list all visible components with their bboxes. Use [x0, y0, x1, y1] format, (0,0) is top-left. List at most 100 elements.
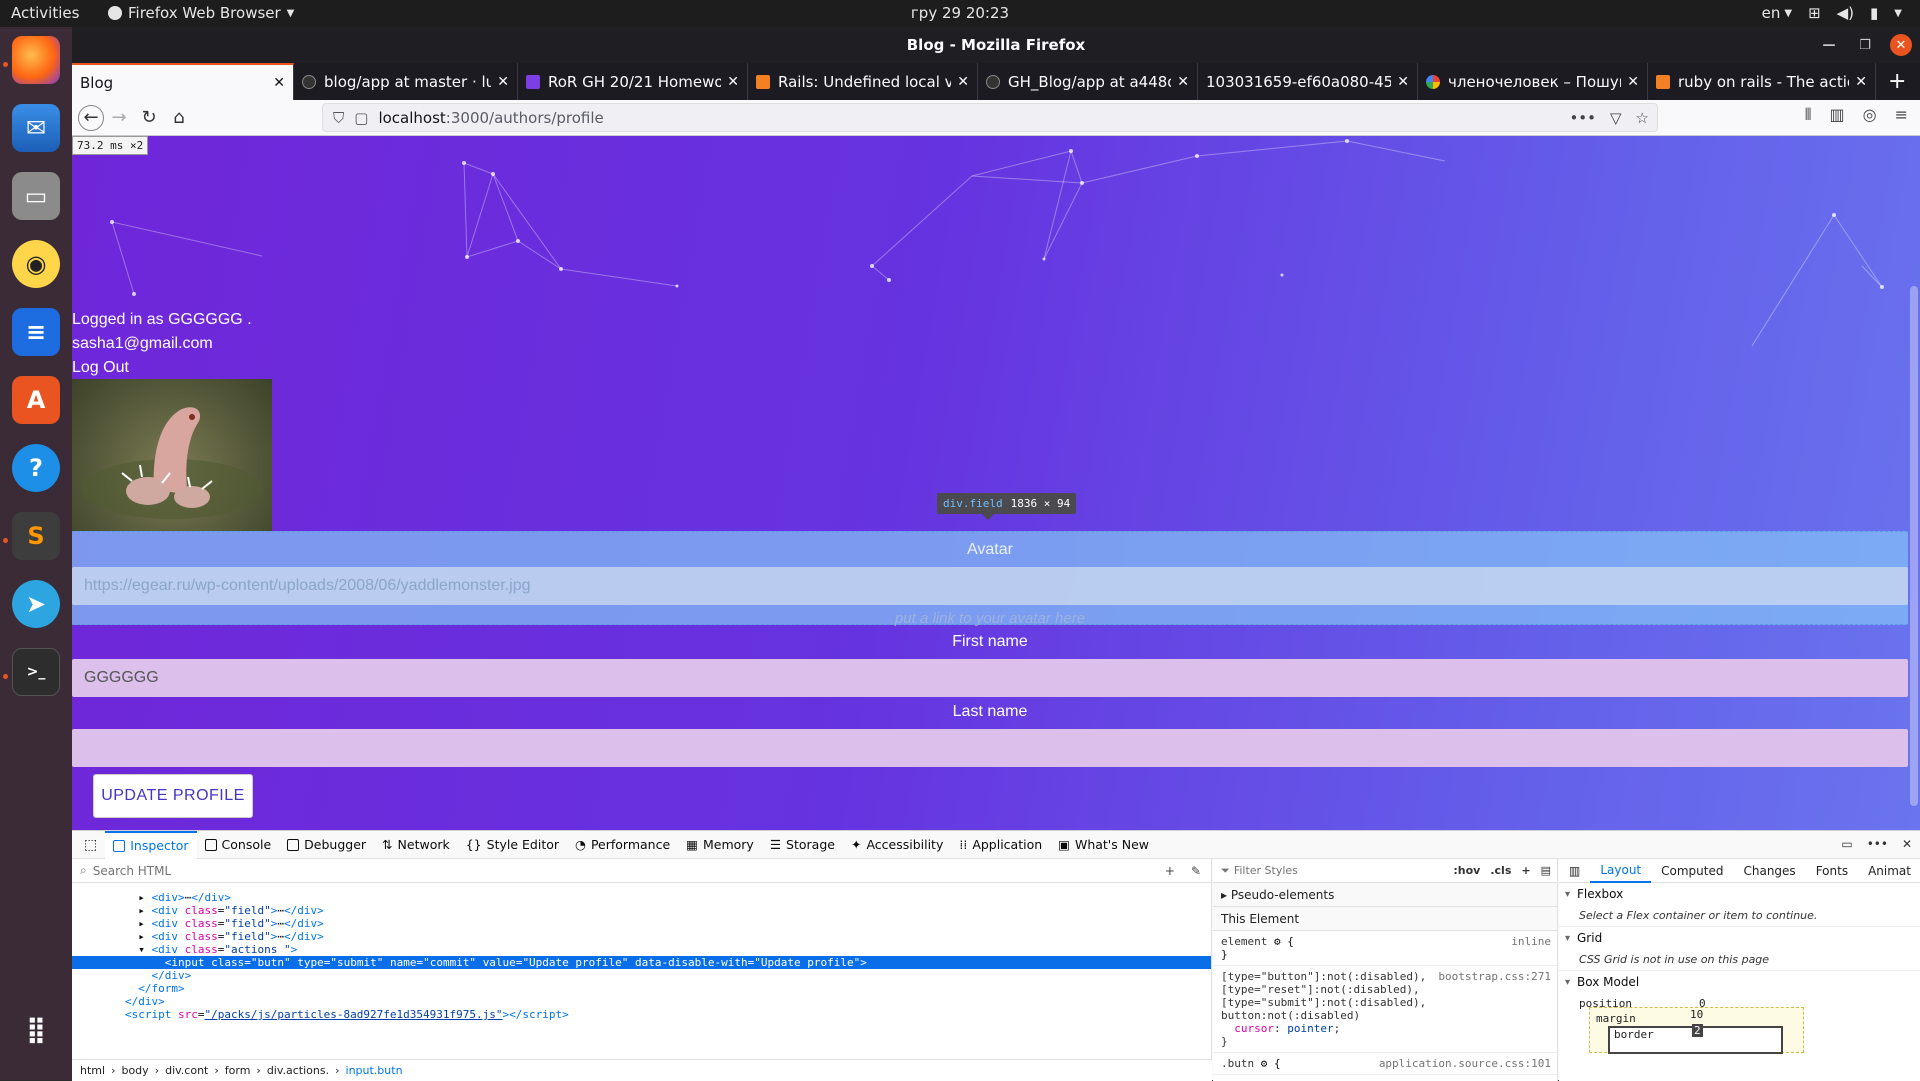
close-tab-icon[interactable]: ✕	[1397, 74, 1409, 90]
minimize-icon[interactable]: —	[1818, 34, 1840, 56]
menu-icon[interactable]: ≡	[1895, 105, 1908, 125]
tab-google-search[interactable]: членочеловек – Пошук ✕	[1418, 63, 1648, 100]
tab-rails-undefined[interactable]: Rails: Undefined local va ✕	[748, 63, 978, 100]
telegram-icon[interactable]: ➤	[12, 580, 60, 628]
close-tab-icon[interactable]: ✕	[727, 74, 739, 90]
tree-node[interactable]: <script src="/packs/js/particles-8ad927f…	[72, 1008, 1211, 1021]
thunderbird-icon[interactable]: ✉	[12, 104, 60, 152]
lang-indicator[interactable]: en	[1762, 4, 1781, 22]
terminal-icon[interactable]: >_	[12, 648, 60, 696]
cls-toggle[interactable]: .cls	[1490, 864, 1511, 877]
breadcrumb-item[interactable]: body	[121, 1064, 148, 1077]
tree-node[interactable]: </div>	[72, 969, 1211, 982]
tab-fonts[interactable]: Fonts	[1806, 864, 1858, 878]
shield-icon[interactable]: ⛉	[333, 109, 344, 127]
layout-toggle-icon[interactable]: ▥	[1559, 864, 1590, 878]
volume-icon[interactable]: ◀)	[1837, 4, 1854, 22]
breadcrumb-item[interactable]: div.cont	[165, 1064, 208, 1077]
print-icon[interactable]: ▤	[1541, 864, 1551, 877]
tree-node[interactable]: ▸ <div>⋯</div>	[72, 891, 1211, 904]
page-info-icon[interactable]: ▢	[354, 109, 368, 127]
bm-margin-value[interactable]: 10	[1690, 1008, 1703, 1021]
page-scrollbar[interactable]	[1910, 286, 1918, 806]
files-icon[interactable]: ▭	[12, 172, 60, 220]
network-icon[interactable]: ⊞	[1808, 4, 1821, 22]
forward-button[interactable]: →	[104, 103, 134, 133]
breadcrumb-item[interactable]: div.actions.	[267, 1064, 329, 1077]
close-tab-icon[interactable]: ✕	[1627, 74, 1639, 90]
activities-button[interactable]: Activities	[11, 4, 79, 22]
tree-node[interactable]: </div>	[72, 995, 1211, 1008]
tab-memory[interactable]: ▦ Memory	[678, 831, 762, 859]
bm-border-value[interactable]: 2	[1692, 1024, 1703, 1037]
element-picker-icon[interactable]: ⬚	[76, 831, 105, 859]
tab-ruby-on-rails[interactable]: ruby on rails - The action ✕	[1648, 63, 1876, 100]
filter-styles-input[interactable]: ⏷ Filter Styles :hov .cls + ▤	[1213, 859, 1557, 883]
tab-debugger[interactable]: Debugger	[279, 831, 374, 859]
tab-inspector[interactable]: Inspector	[105, 830, 197, 859]
app-menu[interactable]: Firefox Web Browser ▼	[108, 4, 294, 22]
dom-tree[interactable]: ▸ <div>⋯</div> ▸ <div class="field">⋯</d…	[72, 883, 1211, 1021]
update-profile-button[interactable]: UPDATE PROFILE	[93, 774, 253, 818]
tab-layout[interactable]: Layout	[1590, 859, 1652, 883]
add-node-icon[interactable]: +	[1165, 864, 1175, 878]
tab-animations[interactable]: Animat	[1858, 864, 1920, 878]
close-devtools-icon[interactable]: ✕	[1902, 837, 1912, 851]
more-options-icon[interactable]: •••	[1867, 837, 1888, 851]
show-apps-icon[interactable]: ⣿	[12, 1006, 60, 1054]
sidebar-icon[interactable]: ▥	[1830, 105, 1845, 125]
close-tab-icon[interactable]: ✕	[273, 75, 285, 91]
close-tab-icon[interactable]: ✕	[1177, 74, 1189, 90]
close-tab-icon[interactable]: ✕	[1855, 74, 1867, 90]
grid-section[interactable]: Grid	[1559, 927, 1920, 949]
eyedropper-icon[interactable]: ✎	[1191, 864, 1201, 878]
library-icon[interactable]: ⫴	[1805, 105, 1812, 125]
url-bar[interactable]: ⛉ ▢ localhost:3000/authors/profile ••• ▽…	[322, 103, 1658, 132]
close-tab-icon[interactable]: ✕	[957, 74, 969, 90]
tree-node[interactable]: ▸ <div class="field">⋯</div>	[72, 917, 1211, 930]
pocket-icon[interactable]: ▽	[1610, 109, 1622, 127]
help-icon[interactable]: ?	[12, 444, 60, 492]
search-html-input[interactable]: ⌕ Search HTML + ✎	[72, 859, 1211, 883]
home-button[interactable]: ⌂	[164, 103, 194, 133]
breadcrumb-item-current[interactable]: input.butn	[346, 1064, 403, 1077]
rule-source[interactable]: bootstrap.css:271	[1438, 970, 1551, 983]
close-icon[interactable]: ✕	[1890, 34, 1912, 56]
rule-source[interactable]: inline	[1511, 935, 1551, 948]
battery-icon[interactable]: ▮	[1870, 4, 1878, 22]
tab-computed[interactable]: Computed	[1651, 864, 1733, 878]
tab-github-blog[interactable]: blog/app at master · lubc ✕	[294, 63, 518, 100]
add-rule-icon[interactable]: +	[1521, 864, 1530, 877]
tree-node-selected[interactable]: <input class="butn" type="submit" name="…	[72, 956, 1211, 969]
reload-button[interactable]: ↻	[134, 103, 164, 133]
tab-network[interactable]: ⇅ Network	[374, 831, 458, 859]
bookmark-star-icon[interactable]: ☆	[1636, 109, 1649, 127]
tree-node[interactable]: </form>	[72, 982, 1211, 995]
tab-style-editor[interactable]: {} Style Editor	[458, 831, 567, 859]
rhythmbox-icon[interactable]: ◉	[12, 240, 60, 288]
dock-side-icon[interactable]: ▭	[1841, 837, 1852, 851]
breadcrumb-item[interactable]: form	[225, 1064, 251, 1077]
tab-storage[interactable]: ☰ Storage	[762, 831, 843, 859]
tree-node[interactable]: ▸ <div class="field">⋯</div>	[72, 930, 1211, 943]
tab-accessibility[interactable]: ✦ Accessibility	[843, 831, 951, 859]
software-icon[interactable]: A	[12, 376, 60, 424]
writer-icon[interactable]: ≡	[12, 308, 60, 356]
tab-ror-homework[interactable]: RoR GH 20/21 Homewor ✕	[518, 63, 748, 100]
tree-node[interactable]: ▾ <div class="actions ">	[72, 943, 1211, 956]
firefox-icon[interactable]	[12, 36, 60, 84]
last-name-input[interactable]	[72, 729, 1908, 767]
chevron-down-icon[interactable]: ▼	[1894, 8, 1902, 19]
tab-blog[interactable]: Blog ✕	[72, 63, 294, 100]
page-actions-icon[interactable]: •••	[1569, 109, 1596, 127]
css-rule-butn[interactable]: .butn ⚙ { application.source.css:101	[1213, 1053, 1557, 1075]
tab-performance[interactable]: ◔ Performance	[567, 831, 678, 859]
new-tab-button[interactable]: +	[1876, 63, 1918, 100]
first-name-input[interactable]: GGGGGG	[72, 659, 1908, 697]
tab-whats-new[interactable]: ▣ What's New	[1050, 831, 1157, 859]
tab-application[interactable]: ⁞⁞ Application	[951, 831, 1050, 859]
logout-link[interactable]: Log Out	[72, 356, 252, 380]
css-prop-name[interactable]: cursor	[1234, 1022, 1274, 1035]
css-rule-element[interactable]: element ⚙ { inline }	[1213, 931, 1557, 966]
tab-changes[interactable]: Changes	[1733, 864, 1805, 878]
